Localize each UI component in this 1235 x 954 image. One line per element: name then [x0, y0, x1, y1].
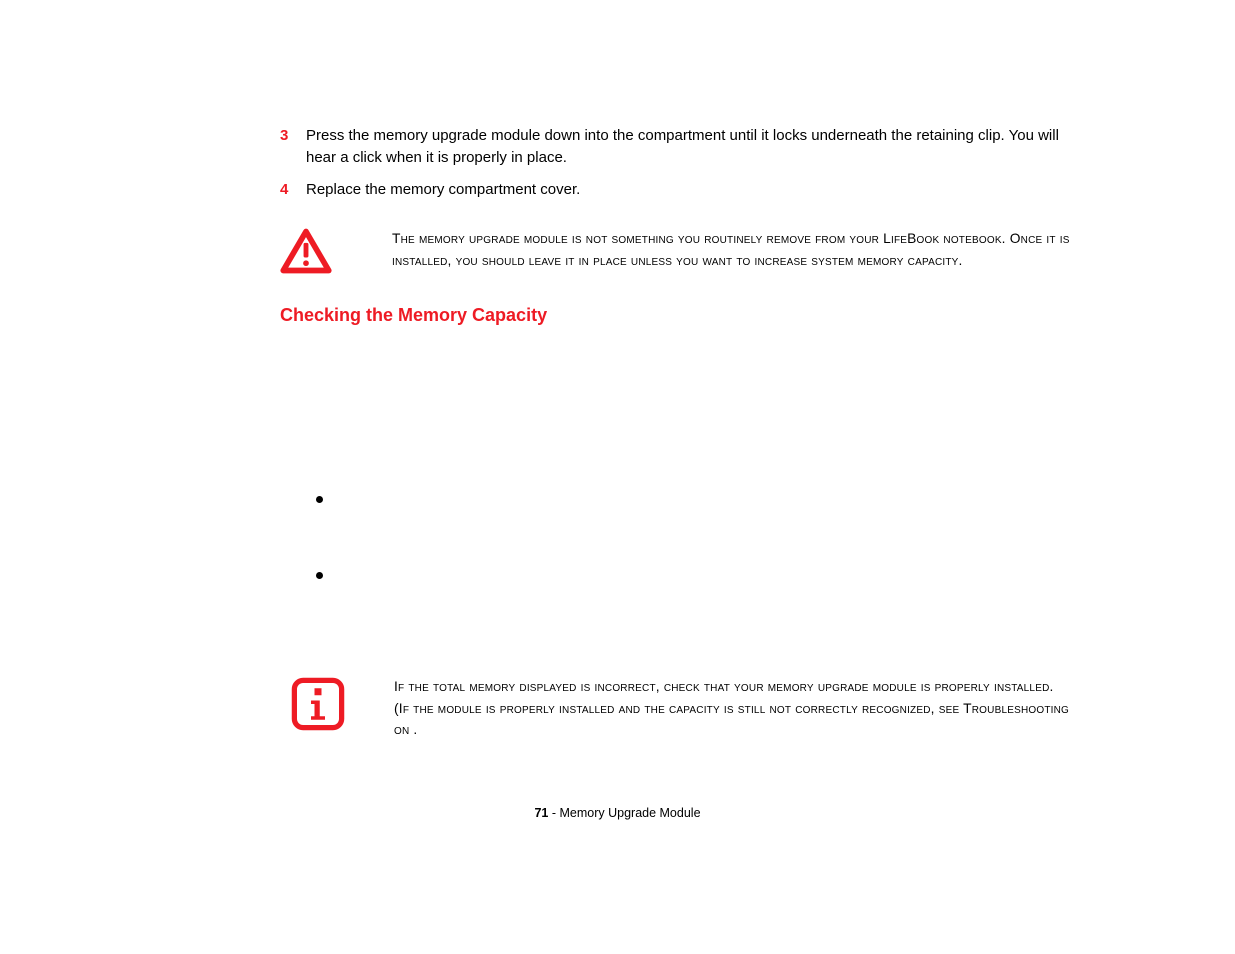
spacer: [280, 352, 1070, 490]
list-item: [316, 566, 1070, 584]
section-heading: Checking the Memory Capacity: [280, 305, 1070, 326]
footer-sep: -: [548, 806, 559, 820]
info-icon: [290, 676, 350, 737]
info-callout: If the total memory displayed is incorre…: [280, 676, 1070, 740]
page-content: 3 Press the memory upgrade module down i…: [280, 125, 1070, 740]
page-number: 71: [534, 806, 548, 820]
info-text: If the total memory displayed is incorre…: [394, 676, 1070, 740]
step-number: 4: [280, 179, 306, 201]
step-text: Replace the memory compartment cover.: [306, 179, 1070, 201]
warning-icon: [280, 228, 332, 279]
list-item: [316, 490, 1070, 508]
bullet-text: [341, 490, 1070, 508]
bullet-icon: [316, 496, 323, 503]
bullet-text: [341, 566, 1070, 584]
step-text: Press the memory upgrade module down int…: [306, 125, 1070, 169]
footer-title: Memory Upgrade Module: [559, 806, 700, 820]
ordered-list-item: 3 Press the memory upgrade module down i…: [280, 125, 1070, 169]
bullet-icon: [316, 572, 323, 579]
page-footer: 71 - Memory Upgrade Module: [0, 806, 1235, 820]
step-number: 3: [280, 125, 306, 169]
warning-callout: The memory upgrade module is not somethi…: [280, 228, 1070, 279]
bullet-list: [316, 490, 1070, 584]
warning-text: The memory upgrade module is not somethi…: [392, 228, 1070, 271]
ordered-list-item: 4 Replace the memory compartment cover.: [280, 179, 1070, 201]
